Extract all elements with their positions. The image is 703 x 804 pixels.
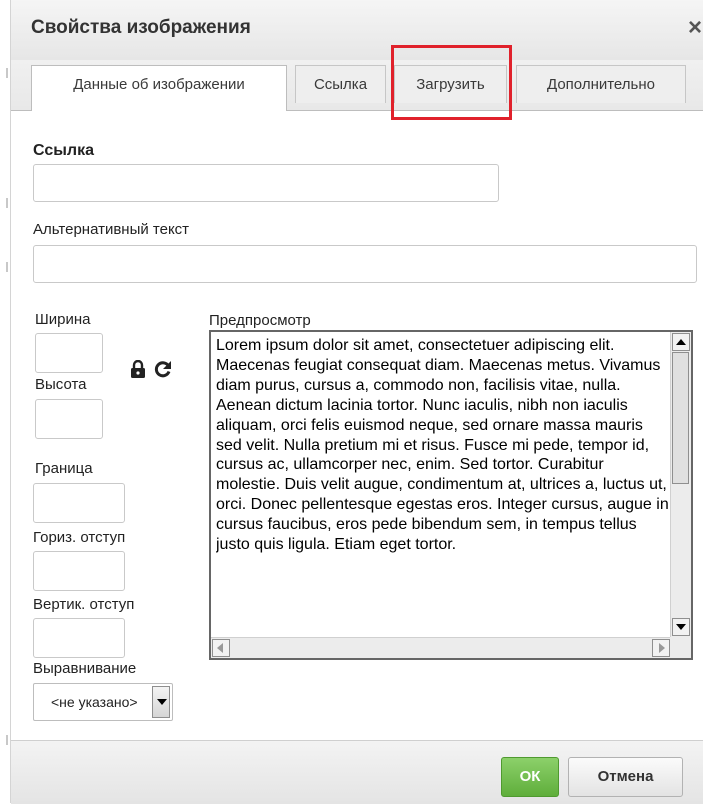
image-properties-dialog: Свойства изображения × Данные об изображ… xyxy=(10,0,703,804)
scroll-up-icon[interactable] xyxy=(672,333,690,351)
alt-text-input[interactable] xyxy=(33,245,697,283)
url-label: Ссылка xyxy=(33,142,94,159)
background-strip xyxy=(0,0,10,803)
strip-mark xyxy=(6,262,8,272)
reset-size-icon[interactable] xyxy=(154,360,172,378)
tab-image-info[interactable]: Данные об изображении xyxy=(31,65,287,111)
scroll-right-icon[interactable] xyxy=(652,639,670,657)
close-icon[interactable]: × xyxy=(688,14,702,42)
tab-advanced[interactable]: Дополнительно xyxy=(516,65,686,103)
ok-button[interactable]: ОК xyxy=(501,757,559,797)
strip-mark xyxy=(6,735,8,745)
horizontal-scrollbar[interactable] xyxy=(211,637,671,658)
strip-mark xyxy=(6,68,8,78)
preview-label: Предпросмотр xyxy=(209,312,311,329)
width-input[interactable] xyxy=(35,333,103,373)
height-input[interactable] xyxy=(35,399,103,439)
strip-mark xyxy=(6,198,8,208)
align-select[interactable]: <не указано> xyxy=(33,683,173,721)
scroll-thumb[interactable] xyxy=(672,352,689,484)
dialog-titlebar: Свойства изображения × xyxy=(11,0,703,61)
preview-text: Lorem ipsum dolor sit amet, consectetuer… xyxy=(216,337,669,554)
vspace-label: Вертик. отступ xyxy=(33,596,135,613)
preview-box: Lorem ipsum dolor sit amet, consectetuer… xyxy=(209,330,693,660)
url-input[interactable] xyxy=(33,164,499,202)
scroll-down-icon[interactable] xyxy=(672,618,690,636)
vertical-scrollbar[interactable] xyxy=(670,332,691,637)
border-label: Граница xyxy=(35,460,93,477)
tab-bar: Данные об изображении Ссылка Загрузить Д… xyxy=(11,60,703,111)
align-select-value: <не указано> xyxy=(51,694,138,710)
vspace-input[interactable] xyxy=(33,618,125,658)
width-label: Ширина xyxy=(35,311,91,328)
hspace-input[interactable] xyxy=(33,551,125,591)
lock-icon[interactable] xyxy=(130,359,146,378)
tab-upload[interactable]: Загрузить xyxy=(394,65,507,103)
chevron-down-icon[interactable] xyxy=(152,686,170,718)
height-label: Высота xyxy=(35,376,87,393)
alt-text-label: Альтернативный текст xyxy=(33,221,190,238)
border-input[interactable] xyxy=(33,483,125,523)
scroll-left-icon[interactable] xyxy=(212,639,230,657)
hspace-label: Гориз. отступ xyxy=(33,529,126,546)
scroll-corner xyxy=(670,637,691,658)
cancel-button[interactable]: Отмена xyxy=(568,757,683,797)
align-label: Выравнивание xyxy=(33,660,137,677)
dialog-title: Свойства изображения xyxy=(31,17,251,38)
tab-link[interactable]: Ссылка xyxy=(295,65,386,103)
dialog-footer: ОК Отмена xyxy=(11,740,703,804)
